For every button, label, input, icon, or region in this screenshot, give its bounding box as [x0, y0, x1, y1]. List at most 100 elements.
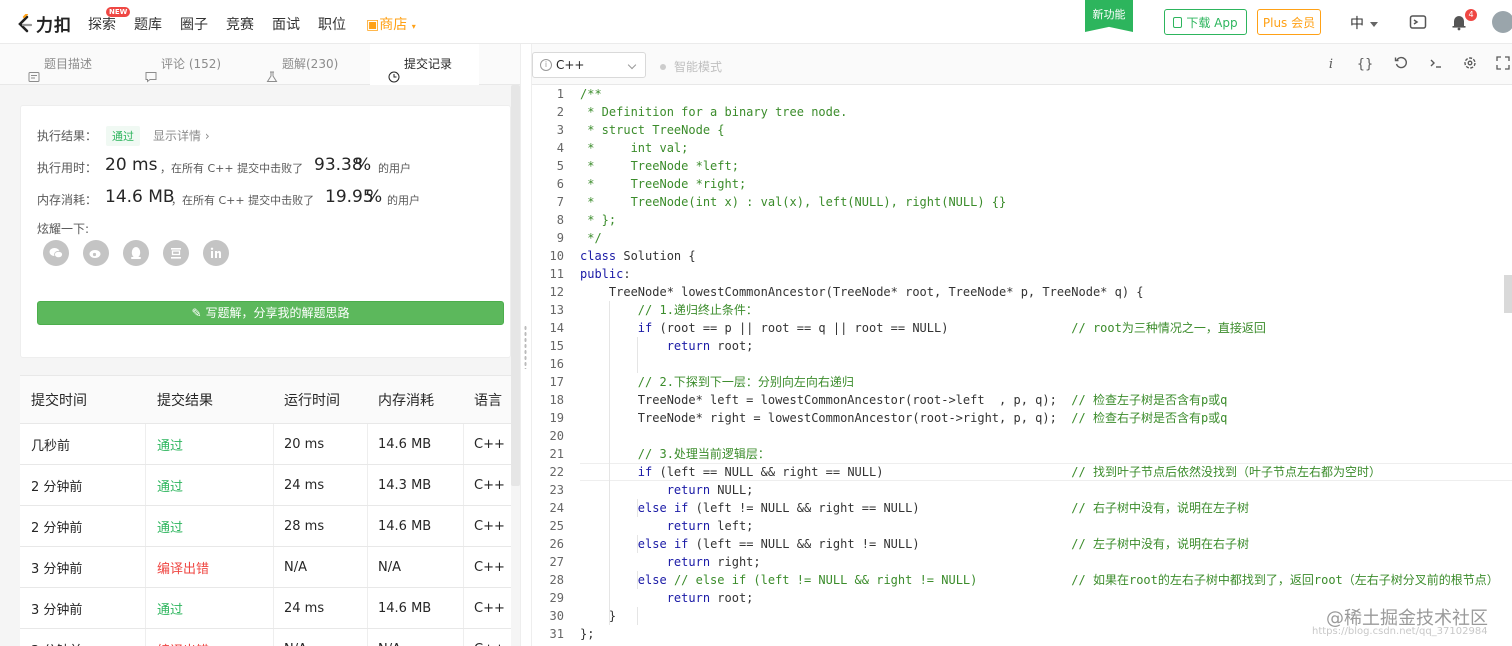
code-line[interactable]: 5 * TreeNode *left; [532, 157, 1512, 175]
code-line[interactable]: 17 // 2.下探到下一层：分别向左向右递归 [532, 373, 1512, 391]
line-number: 2 [556, 105, 564, 119]
tab-comments[interactable]: 评论 (152) [145, 44, 221, 85]
chevron-down-icon [1370, 21, 1378, 27]
code-line[interactable]: 25 return left; [532, 517, 1512, 535]
code-line[interactable]: 28 else // else if (left != NULL && righ… [532, 571, 1512, 589]
chevron-down-icon [627, 60, 637, 70]
new-feature-banner[interactable]: 新功能 [1085, 0, 1133, 32]
table-row[interactable]: 2 分钟前 通过 28 ms 14.6 MB C++ [20, 506, 511, 547]
code-line[interactable]: 12 TreeNode* lowestCommonAncestor(TreeNo… [532, 283, 1512, 301]
flask-icon [266, 59, 278, 82]
header-time[interactable]: 提交时间 [20, 376, 146, 423]
code-line[interactable]: 16 [532, 355, 1512, 373]
cell-runtime: N/A [274, 629, 368, 646]
header-memory[interactable]: 内存消耗 [368, 376, 464, 423]
language-switch[interactable]: 中 [1350, 13, 1378, 33]
console-icon[interactable] [1427, 56, 1445, 74]
line-number: 4 [556, 141, 564, 155]
header-runtime[interactable]: 运行时间 [274, 376, 368, 423]
cell-result[interactable]: 通过 [146, 506, 274, 546]
editor-scrollbar[interactable] [1504, 275, 1512, 313]
code-line[interactable]: 1 /** [532, 85, 1512, 103]
code-line[interactable]: 3 * struct TreeNode { [532, 121, 1512, 139]
code-line[interactable]: 2 * Definition for a binary tree node. [532, 103, 1512, 121]
header-result[interactable]: 提交结果 [146, 376, 274, 423]
nav-contest[interactable]: 竞赛 [226, 14, 254, 34]
tab-description[interactable]: 题目描述 [28, 44, 92, 85]
table-row[interactable]: 3 分钟前 通过 24 ms 14.6 MB C++ [20, 588, 511, 629]
tab-solutions[interactable]: 题解(230) [266, 44, 338, 85]
code-line[interactable]: 8 * }; [532, 211, 1512, 229]
show-details-link[interactable]: 显示详情 › [153, 127, 210, 144]
code-text: } [580, 609, 617, 623]
linkedin-icon[interactable] [203, 240, 229, 266]
code-line[interactable]: 13 // 1.递归终止条件： [532, 301, 1512, 319]
code-line[interactable]: 23 return NULL; [532, 481, 1512, 499]
smart-mode-toggle[interactable]: 智能模式 [660, 58, 722, 75]
drag-handle-icon[interactable] [524, 325, 527, 369]
nav-problems[interactable]: 题库 [134, 14, 162, 34]
tab-submissions[interactable]: 提交记录 [370, 44, 479, 85]
gear-icon[interactable] [1461, 56, 1479, 74]
plus-member-button[interactable]: Plus 会员 [1257, 9, 1321, 35]
code-line[interactable]: 14 if (root == p || root == q || root ==… [532, 319, 1512, 337]
nav-jobs[interactable]: 职位 [318, 14, 346, 34]
code-line[interactable]: 10 class Solution { [532, 247, 1512, 265]
reset-icon[interactable] [1392, 56, 1410, 74]
header-language[interactable]: 语言 [464, 376, 511, 423]
language-select[interactable]: i C++ [532, 52, 646, 78]
cell-time: 2 分钟前 [20, 465, 146, 505]
logo[interactable]: 力扣 [16, 11, 72, 36]
code-text: /** [580, 87, 602, 101]
nav-store-label: 商店 [379, 17, 408, 33]
wechat-icon[interactable] [43, 240, 69, 266]
table-row[interactable]: 几秒前 通过 20 ms 14.6 MB C++ [20, 424, 511, 465]
code-line[interactable]: 9 */ [532, 229, 1512, 247]
clock-icon [388, 59, 400, 82]
cell-result[interactable]: 通过 [146, 588, 274, 628]
cell-result[interactable]: 编译出错 [146, 547, 274, 587]
code-line[interactable]: 22 if (left == NULL && right == NULL) //… [532, 463, 1512, 481]
code-line[interactable]: 18 TreeNode* left = lowestCommonAncestor… [532, 391, 1512, 409]
code-line[interactable]: 21 // 3.处理当前逻辑层： [532, 445, 1512, 463]
table-row[interactable]: 3 分钟前编译出错N/AN/AC++ [20, 547, 511, 588]
cell-result[interactable]: 通过 [146, 424, 274, 464]
code-line[interactable]: 26 else if (left == NULL && right != NUL… [532, 535, 1512, 553]
memory-users-text: 的用户 [387, 194, 420, 207]
code-line[interactable]: 4 * int val; [532, 139, 1512, 157]
code-editor[interactable]: 1 /** 2 * Definition for a binary tree nod… [532, 85, 1512, 646]
douban-icon[interactable] [163, 240, 189, 266]
nav-interview[interactable]: 面试 [272, 14, 300, 34]
table-row[interactable]: 3 分钟前编译出错N/AN/AC++ [20, 629, 511, 646]
code-line[interactable]: 20 [532, 427, 1512, 445]
nav-circle[interactable]: 圈子 [180, 14, 208, 34]
code-line[interactable]: 11 public: [532, 265, 1512, 283]
weibo-icon[interactable] [83, 240, 109, 266]
nav-explore[interactable]: 探索 [88, 14, 116, 34]
fullscreen-icon[interactable] [1494, 56, 1512, 74]
info-italic-icon[interactable]: i [1322, 56, 1340, 74]
tab-description-label: 题目描述 [44, 57, 93, 71]
code-text: * int val; [580, 141, 689, 155]
code-line[interactable]: 6 * TreeNode *right; [532, 175, 1512, 193]
braces-icon[interactable]: {} [1356, 56, 1374, 74]
write-solution-button[interactable]: ✎ 写题解，分享我的解题思路 [37, 301, 504, 325]
left-scrollbar[interactable] [511, 85, 520, 486]
cell-result[interactable]: 通过 [146, 465, 274, 505]
code-line[interactable]: 7 * TreeNode(int x) : val(x), left(NULL)… [532, 193, 1512, 211]
cell-runtime: 28 ms [274, 506, 368, 546]
playground-icon[interactable] [1409, 13, 1427, 31]
qq-icon[interactable] [123, 240, 149, 266]
download-app-button[interactable]: 下载 App [1164, 9, 1247, 35]
table-row[interactable]: 2 分钟前 通过 24 ms 14.3 MB C++ [20, 465, 511, 506]
nav-store[interactable]: ▣商店 ▾ [366, 14, 416, 34]
avatar[interactable] [1492, 11, 1512, 33]
code-line[interactable]: 24 else if (left != NULL && right == NUL… [532, 499, 1512, 517]
line-number: 29 [549, 591, 564, 605]
indent-guide [637, 571, 638, 589]
tab-comments-label: 评论 (152) [161, 57, 222, 71]
code-line[interactable]: 27 return right; [532, 553, 1512, 571]
cell-result[interactable]: 编译出错 [146, 629, 274, 646]
code-line[interactable]: 15 return root; [532, 337, 1512, 355]
code-line[interactable]: 19 TreeNode* right = lowestCommonAncesto… [532, 409, 1512, 427]
